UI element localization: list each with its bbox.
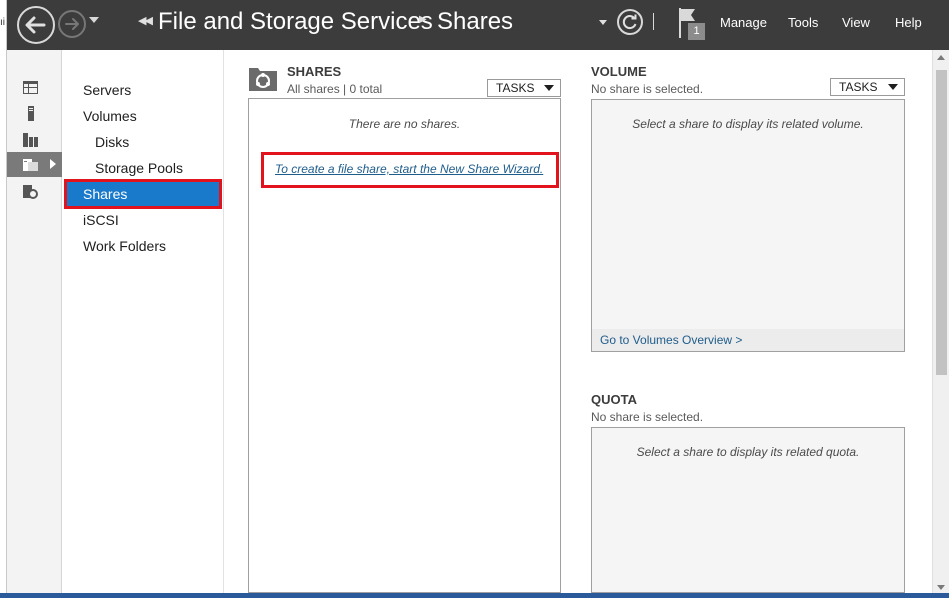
scroll-down-icon[interactable]	[937, 585, 945, 590]
breadcrumb-root[interactable]: File and Storage Services	[158, 8, 433, 36]
dashboard-icon	[23, 81, 38, 94]
scroll-up-icon[interactable]	[937, 55, 945, 60]
breadcrumb-separator-icon: ▶	[419, 14, 427, 25]
left-window-edge: ıi	[0, 0, 7, 598]
nav-item-disks[interactable]: Disks	[66, 129, 220, 155]
refresh-icon	[622, 14, 637, 30]
navigation-icon-rail	[7, 50, 62, 595]
server-manager-window: ıi ◀◀ File and Storage Services ▶ Shares	[0, 0, 949, 598]
file-storage-nav-list: Servers Volumes Disks Storage Pools Shar…	[63, 50, 224, 595]
breadcrumb-current: Shares	[437, 8, 514, 35]
shares-title: SHARES	[287, 64, 342, 79]
rail-item-file-storage[interactable]	[7, 152, 62, 177]
rail-item-local-server[interactable]	[7, 101, 62, 126]
refresh-button[interactable]	[617, 9, 643, 35]
left-edge-text: ıi	[0, 17, 5, 28]
breadcrumb-dropdown-icon[interactable]	[599, 20, 607, 25]
nav-item-iscsi[interactable]: iSCSI	[66, 207, 220, 233]
breadcrumb-expand-icon[interactable]: ◀◀	[138, 14, 153, 27]
arrow-left-icon	[25, 16, 46, 34]
volume-panel[interactable]: Select a share to display its related vo…	[591, 99, 905, 352]
all-servers-icon	[23, 133, 38, 147]
desktop-strip	[0, 593, 949, 598]
quota-panel[interactable]: Select a share to display its related qu…	[591, 427, 905, 593]
arrow-right-icon	[65, 18, 79, 30]
scrollbar-thumb[interactable]	[936, 70, 947, 375]
rail-item-storage-services[interactable]	[7, 179, 62, 204]
shares-empty-message: There are no shares.	[348, 117, 461, 131]
notification-count-badge: 1	[688, 23, 705, 40]
forward-button[interactable]	[58, 10, 86, 38]
volume-footer: Go to Volumes Overview >	[592, 329, 904, 351]
local-server-icon	[28, 106, 34, 121]
volumes-overview-link[interactable]: Go to Volumes Overview >	[600, 333, 742, 347]
rail-item-all-servers[interactable]	[7, 127, 62, 152]
menu-help[interactable]: Help	[895, 15, 922, 30]
back-button[interactable]	[17, 6, 55, 44]
chevron-down-icon	[544, 85, 554, 91]
vertical-scrollbar[interactable]	[932, 50, 949, 595]
menu-view[interactable]: View	[842, 15, 870, 30]
nav-item-shares[interactable]: Shares	[64, 179, 222, 209]
storage-services-icon	[23, 185, 38, 199]
rail-item-dashboard[interactable]	[7, 75, 62, 100]
nav-item-volumes[interactable]: Volumes	[66, 103, 220, 129]
shares-folder-icon	[249, 68, 277, 91]
volume-empty-message: Select a share to display its related vo…	[632, 117, 864, 131]
quota-subtitle: No share is selected.	[591, 410, 704, 424]
shares-tasks-label: TASKS	[496, 81, 535, 95]
nav-item-servers[interactable]: Servers	[66, 77, 220, 103]
header-bar: ◀◀ File and Storage Services ▶ Shares 1 …	[7, 0, 949, 50]
volume-subtitle: No share is selected.	[591, 82, 704, 96]
quota-title: QUOTA	[591, 392, 637, 407]
new-share-wizard-link[interactable]: To create a file share, start the New Sh…	[275, 162, 543, 176]
shares-tasks-dropdown[interactable]: TASKS	[487, 79, 561, 97]
volume-title: VOLUME	[591, 64, 647, 79]
chevron-down-icon	[888, 84, 898, 90]
volume-tasks-dropdown[interactable]: TASKS	[830, 78, 905, 96]
nav-item-storage-pools[interactable]: Storage Pools	[66, 155, 220, 181]
menu-tools[interactable]: Tools	[788, 15, 818, 30]
volume-tasks-label: TASKS	[839, 80, 878, 94]
file-storage-icon	[23, 159, 38, 171]
shares-subtitle: All shares | 0 total	[287, 82, 383, 96]
history-dropdown-icon[interactable]	[89, 17, 99, 23]
rail-expand-arrow-icon	[50, 159, 56, 169]
header-divider	[653, 13, 654, 30]
nav-item-work-folders[interactable]: Work Folders	[66, 233, 220, 259]
menu-manage[interactable]: Manage	[720, 15, 767, 30]
quota-empty-message: Select a share to display its related qu…	[636, 445, 860, 459]
